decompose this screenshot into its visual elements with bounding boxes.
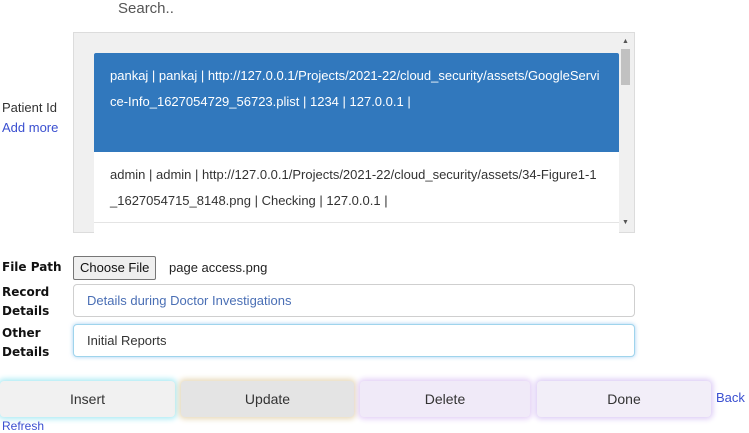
list-item-selected[interactable]: pankaj | pankaj | http://127.0.0.1/Proje…	[94, 53, 619, 152]
other-details-label: Other Details	[2, 326, 50, 359]
scroll-up-arrow-icon[interactable]: ▲	[619, 38, 632, 45]
scroll-down-arrow-icon[interactable]: ▼	[619, 219, 632, 226]
other-details-input[interactable]	[73, 324, 635, 357]
record-details-input[interactable]	[73, 284, 635, 317]
listbox-scrollbar[interactable]: ▲ ▼	[619, 35, 632, 230]
patient-list: pankaj | pankaj | http://127.0.0.1/Proje…	[94, 53, 619, 233]
scrollbar-thumb[interactable]	[621, 49, 630, 85]
search-input[interactable]: Search..	[118, 0, 174, 17]
patient-id-listbox[interactable]: pankaj | pankaj | http://127.0.0.1/Proje…	[73, 32, 635, 233]
delete-button[interactable]: Delete	[360, 381, 530, 417]
add-more-link[interactable]: Add more	[2, 120, 58, 135]
done-button[interactable]: Done	[537, 381, 711, 417]
patient-id-label: Patient Id	[2, 100, 57, 115]
selected-file-name: page access.png	[169, 260, 268, 275]
insert-button[interactable]: Insert	[0, 381, 175, 417]
record-details-label: Record Details	[2, 285, 50, 318]
update-button[interactable]: Update	[181, 381, 354, 417]
list-item[interactable]: admin | admin | http://127.0.0.1/Project…	[94, 152, 619, 223]
choose-file-button[interactable]: Choose File	[73, 256, 157, 280]
file-path-label: File Path	[2, 260, 62, 274]
refresh-link[interactable]: Refresh	[2, 419, 44, 433]
back-link[interactable]: Back	[716, 390, 745, 405]
